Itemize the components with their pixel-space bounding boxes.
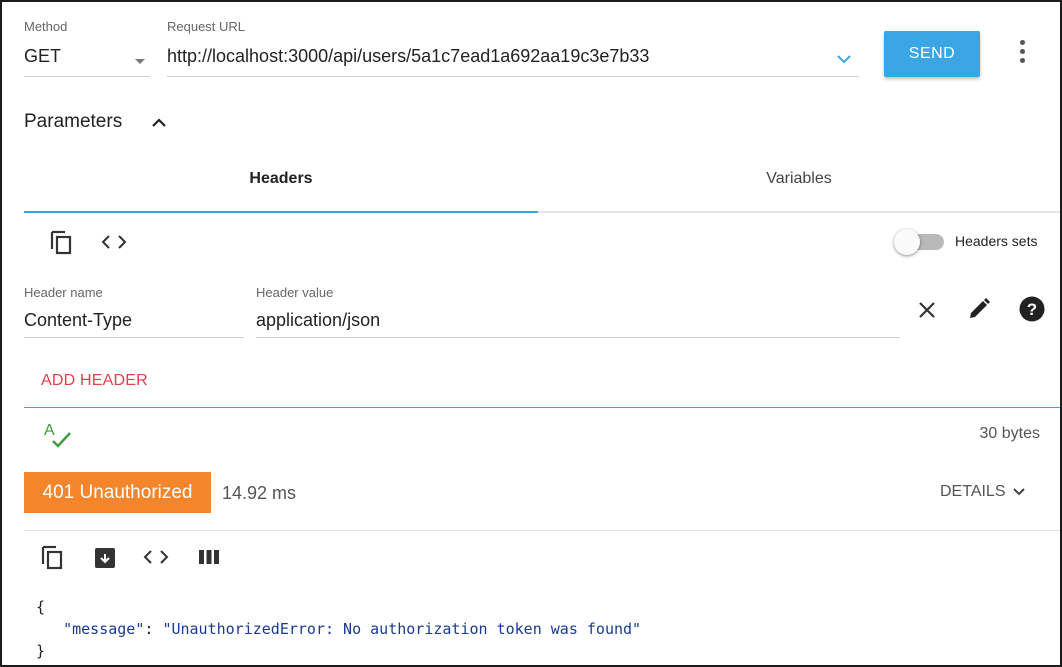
more-vert-icon[interactable] (1014, 40, 1030, 68)
chevron-down-icon[interactable] (832, 47, 856, 71)
json-close-brace: } (36, 642, 46, 660)
response-time: 14.92 ms (222, 483, 297, 503)
header-value-input[interactable]: application/json (256, 310, 380, 331)
save-icon[interactable] (92, 545, 118, 571)
add-header-button[interactable]: ADD HEADER (41, 372, 148, 390)
json-key: "message" (63, 620, 145, 638)
method-label: Method (24, 19, 68, 34)
json-colon: : (144, 620, 163, 638)
edit-icon[interactable] (965, 295, 993, 323)
copy-icon[interactable] (38, 543, 66, 571)
header-value-label: Header value (256, 285, 334, 300)
copy-icon[interactable] (47, 228, 75, 256)
details-button[interactable]: DETAILS (940, 483, 1026, 501)
header-name-input[interactable]: Content-Type (24, 310, 132, 331)
parameters-title: Parameters (24, 111, 123, 132)
header-value-underline (256, 337, 900, 338)
header-name-underline (24, 337, 244, 338)
response-size: 30 bytes (979, 425, 1040, 442)
close-icon[interactable] (914, 297, 940, 323)
chevron-down-icon (1012, 488, 1025, 496)
section-divider (24, 407, 1060, 408)
json-open-brace: { (36, 598, 46, 616)
url-input[interactable]: http://localhost:3000/api/users/5a1c7ead… (167, 46, 649, 67)
spellcheck-icon[interactable]: A (42, 420, 74, 450)
headers-sets-toggle[interactable] (894, 229, 920, 255)
method-dropdown-icon[interactable] (132, 54, 148, 70)
svg-text:A: A (44, 422, 55, 439)
header-name-label: Header name (24, 285, 103, 300)
svg-text:?: ? (1027, 300, 1037, 319)
headers-sets-label: Headers sets (955, 233, 1038, 249)
send-button[interactable]: SEND (884, 31, 980, 77)
url-underline (167, 76, 859, 77)
method-underline (24, 76, 150, 77)
active-tab-indicator (24, 211, 538, 213)
method-select-value[interactable]: GET (24, 46, 61, 67)
tab-variables[interactable]: Variables (538, 170, 1060, 192)
url-label: Request URL (167, 19, 246, 34)
app-window: Method GET Request URL http://localhost:… (0, 0, 1062, 667)
tab-headers[interactable]: Headers (24, 170, 538, 192)
code-icon[interactable] (142, 545, 170, 569)
json-value: "UnauthorizedError: No authorization tok… (162, 620, 642, 638)
help-icon[interactable]: ? (1018, 295, 1046, 323)
response-body: { "message": "UnauthorizedError: No auth… (36, 596, 641, 662)
status-badge: 401 Unauthorized (24, 472, 211, 513)
details-label: DETAILS (940, 483, 1006, 500)
response-divider (24, 530, 1060, 531)
code-icon[interactable] (100, 230, 128, 254)
chevron-up-icon[interactable] (148, 112, 170, 134)
columns-icon[interactable] (196, 545, 222, 569)
